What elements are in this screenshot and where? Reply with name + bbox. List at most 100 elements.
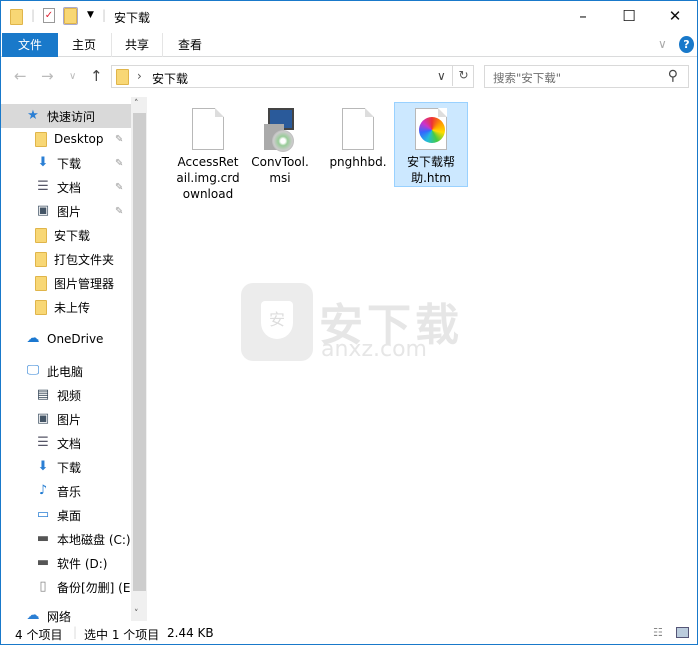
sidebar-item-label: 图片 (57, 204, 82, 219)
scroll-up-icon[interactable]: ˄ (134, 99, 139, 109)
file-item[interactable]: 安下载帮助.htm (394, 102, 468, 187)
window-title: 安下载 (114, 11, 151, 25)
sidebar-item-label: 视频 (57, 388, 82, 403)
desktop-icon: ▭ (36, 507, 50, 522)
sidebar-item[interactable]: 安下载 (1, 223, 131, 247)
blank-file-icon (192, 108, 224, 150)
sidebar-item-label: 文档 (57, 436, 82, 451)
refresh-button[interactable]: ↻ (452, 65, 474, 86)
drive-icon: ▬ (36, 531, 50, 546)
watermark-logo-icon: 安 (241, 283, 313, 361)
tab-share[interactable]: 共享 (111, 33, 163, 57)
minimize-button[interactable]: – (560, 1, 606, 31)
pictures-icon: ▣ (36, 411, 50, 426)
scroll-down-icon[interactable]: ˅ (134, 609, 139, 619)
sidebar-item[interactable]: ▭ 桌面 (1, 503, 131, 527)
address-bar[interactable]: › 安下载 ∨ ↻ (111, 65, 474, 88)
file-item[interactable]: pnghhbd. (321, 102, 395, 171)
expand-ribbon-icon[interactable]: ∨ (658, 37, 667, 51)
file-item[interactable]: ConvTool. msi (243, 102, 317, 187)
breadcrumb-item[interactable]: 安下载 (152, 70, 188, 87)
maximize-button[interactable]: ☐ (606, 1, 652, 31)
folder-icon (35, 131, 47, 147)
sidebar-item[interactable]: 图片管理器 (1, 271, 131, 295)
up-button[interactable]: ↑ (90, 67, 103, 85)
sidebar-item-label: OneDrive (47, 332, 104, 346)
document-icon: ☰ (37, 435, 49, 450)
forward-button[interactable]: → (41, 67, 54, 85)
sidebar-item-label: 打包文件夹 (54, 252, 115, 267)
music-icon: ♪ (38, 483, 48, 498)
back-button[interactable]: ← (14, 67, 27, 85)
sidebar-item[interactable]: ▬ 本地磁盘 (C:) (1, 527, 131, 551)
sidebar-item[interactable]: ★ 快速访问 (1, 104, 131, 128)
sidebar-item[interactable]: ▣ 图片 ✎ (1, 199, 131, 223)
sidebar-item-label: 图片管理器 (54, 276, 115, 291)
download-icon: ⬇ (37, 459, 49, 474)
details-view-button[interactable]: ☷ (653, 626, 663, 639)
drive-icon: ▬ (36, 555, 50, 570)
divider: | (73, 625, 78, 639)
pin-icon[interactable]: ✎ (115, 158, 123, 169)
installer-icon (264, 108, 296, 152)
pin-icon[interactable]: ✎ (115, 134, 123, 145)
large-icons-view-button[interactable] (676, 627, 689, 638)
sidebar-item[interactable]: ♪ 音乐 (1, 479, 131, 503)
sidebar-item-label: 此电脑 (47, 364, 84, 379)
title-bar: | ✓ ▼ | 安下载 – ☐ ✕ (1, 1, 697, 33)
sidebar-item[interactable]: 未上传 (1, 295, 131, 319)
sidebar-item-label: 安下载 (54, 228, 91, 243)
file-item[interactable]: AccessRet ail.img.crd ownload (171, 102, 245, 203)
scrollbar-thumb[interactable] (133, 113, 146, 591)
search-icon[interactable]: ⚲ (668, 68, 678, 84)
sidebar-item[interactable]: ⬇ 下载 ✎ (1, 151, 131, 175)
help-icon[interactable]: ? (679, 36, 694, 53)
quick-access-dropdown-icon[interactable]: ▼ (87, 10, 94, 20)
selection-size: 2.44 KB (167, 626, 214, 640)
pictures-icon: ▣ (36, 203, 50, 218)
sidebar-item[interactable]: ▯ 备份[勿删] (E: (1, 575, 131, 599)
address-dropdown-icon[interactable]: ∨ (437, 69, 446, 83)
sidebar-item[interactable]: ☰ 文档 (1, 431, 131, 455)
properties-icon[interactable]: ✓ (43, 8, 55, 23)
file-name: msi (269, 171, 291, 185)
folder-icon (10, 9, 23, 25)
ribbon-tabs: 文件 主页 共享 查看 ∨ ? (1, 33, 697, 57)
sidebar-item[interactable]: ⬇ 下载 (1, 455, 131, 479)
sidebar-item[interactable]: ▣ 图片 (1, 407, 131, 431)
download-icon: ⬇ (37, 155, 49, 170)
divider: | (31, 8, 36, 22)
sidebar-item[interactable]: ▤ 视频 (1, 383, 131, 407)
search-input[interactable]: 搜索"安下载" ⚲ (484, 65, 689, 88)
sidebar-item-label: 桌面 (57, 508, 82, 523)
new-folder-icon[interactable] (63, 7, 78, 25)
sidebar-item[interactable]: 🖵 此电脑 (1, 359, 131, 383)
sidebar-item[interactable]: Desktop ✎ (1, 127, 131, 151)
folder-icon (35, 299, 47, 315)
folder-icon (35, 251, 47, 267)
pin-icon[interactable]: ✎ (115, 206, 123, 217)
file-name: 安下载帮 (406, 155, 455, 169)
sidebar-item-label: 未上传 (54, 300, 91, 315)
sidebar-item[interactable]: 打包文件夹 (1, 247, 131, 271)
sidebar-item-label: 下载 (57, 460, 82, 475)
folder-icon (116, 69, 129, 85)
computer-icon: 🖵 (26, 363, 40, 378)
cloud-icon: ☁ (26, 331, 40, 346)
video-icon: ▤ (36, 387, 50, 402)
recent-locations-button[interactable]: ∨ (69, 71, 76, 82)
file-icon: ▯ (39, 579, 47, 594)
sidebar-item[interactable]: ☰ 文档 ✎ (1, 175, 131, 199)
sidebar-item-label: 下载 (57, 156, 82, 171)
tab-view[interactable]: 查看 (164, 33, 216, 57)
folder-icon (35, 227, 47, 243)
tab-file[interactable]: 文件 (2, 33, 58, 57)
pin-icon[interactable]: ✎ (115, 182, 123, 193)
item-count: 4 个项目 (15, 628, 63, 642)
tab-home[interactable]: 主页 (58, 33, 110, 57)
close-button[interactable]: ✕ (652, 1, 698, 31)
sidebar-item[interactable]: ☁ OneDrive (1, 327, 131, 351)
file-name: 助.htm (411, 171, 451, 185)
sidebar-item[interactable]: ▬ 软件 (D:) (1, 551, 131, 575)
sidebar-item-label: 快速访问 (47, 109, 96, 124)
